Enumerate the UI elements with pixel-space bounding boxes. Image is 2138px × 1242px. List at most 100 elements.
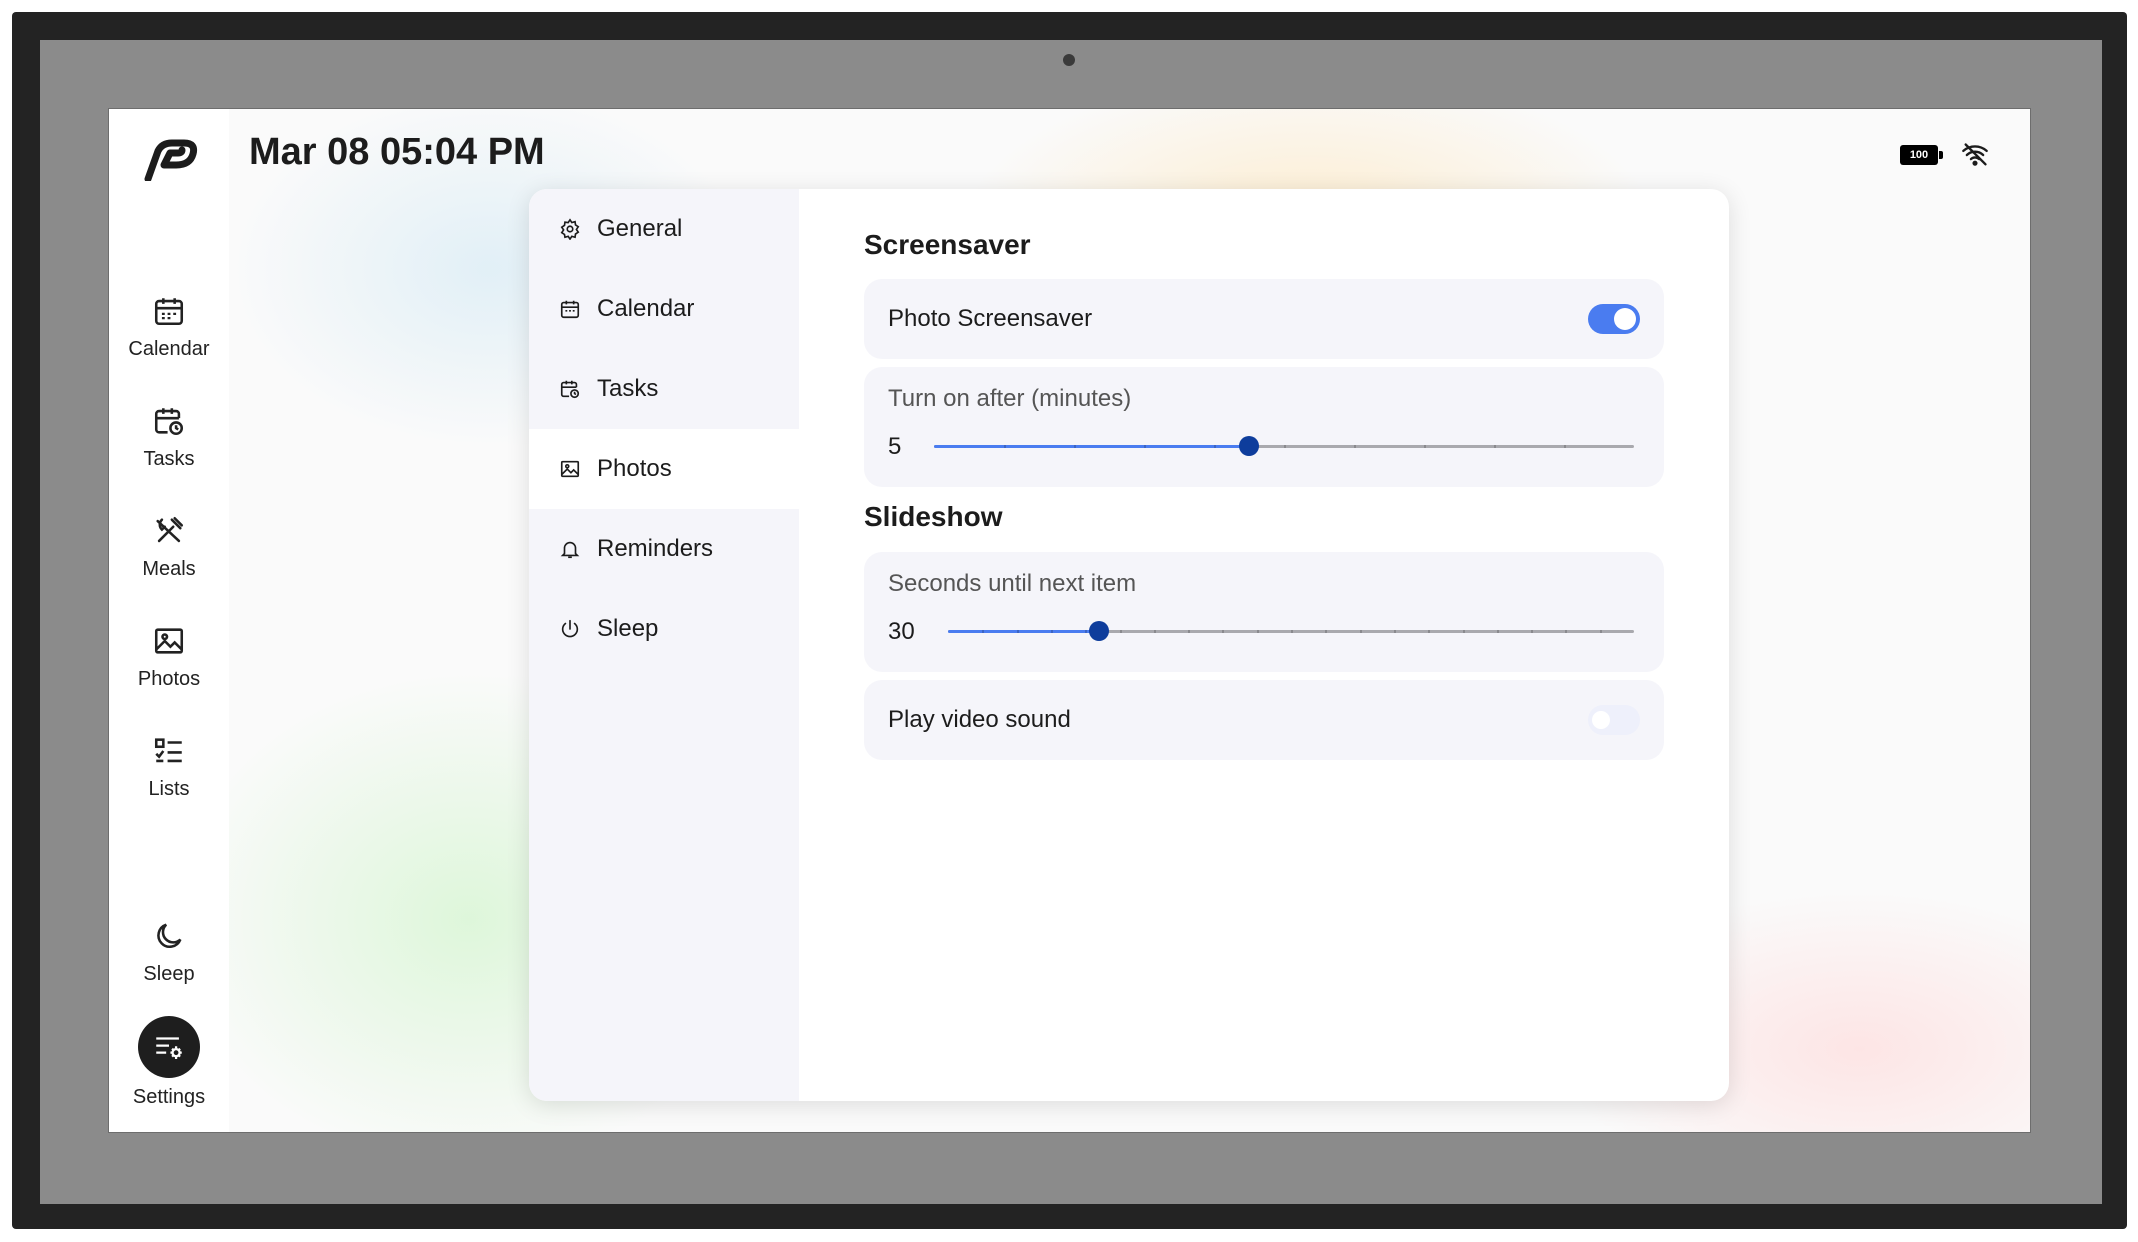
slider-thumb[interactable] — [1239, 436, 1259, 456]
sidebar-item-tasks[interactable]: Tasks — [109, 404, 229, 471]
menu-item-photos[interactable]: Photos — [529, 429, 799, 509]
slider-tick — [1291, 630, 1293, 633]
slider-tick — [1325, 630, 1327, 633]
photo-screensaver-label: Photo Screensaver — [888, 305, 1093, 332]
image-icon — [560, 460, 580, 478]
seconds-until-next-slider[interactable] — [948, 621, 1634, 641]
slider-tick — [1424, 445, 1426, 448]
seconds-until-next-value: 30 — [888, 618, 915, 645]
section-title-slideshow: Slideshow — [864, 501, 1003, 532]
slider-tick — [1284, 445, 1286, 448]
seconds-until-next-label: Seconds until next item — [888, 570, 1137, 597]
slider-tick — [1600, 630, 1602, 633]
menu-item-tasks[interactable]: Tasks — [529, 349, 799, 429]
sidebar-item-lists[interactable]: Lists — [109, 734, 229, 801]
app-logo-icon — [144, 139, 198, 181]
menu-item-reminders[interactable]: Reminders — [529, 509, 799, 589]
slider-tick — [1257, 630, 1259, 633]
slider-tick — [1154, 630, 1156, 633]
utensils-icon — [156, 516, 184, 543]
menu-item-calendar[interactable]: Calendar — [529, 269, 799, 349]
moon-icon — [157, 923, 182, 949]
menu-item-general[interactable]: General — [529, 189, 799, 269]
settings-panel: General Calendar Tasks Photos Reminders … — [529, 189, 1729, 1101]
settings-button — [138, 1016, 200, 1078]
status-bar: 100 — [1900, 141, 1990, 169]
slider-tick — [1360, 630, 1362, 633]
sidebar-item-calendar[interactable]: Calendar — [109, 294, 229, 361]
battery-icon: 100 — [1900, 145, 1943, 165]
image-icon — [154, 628, 184, 654]
slider-tick — [1144, 445, 1146, 448]
slider-tick — [1222, 630, 1224, 633]
turn-on-after-value: 5 — [888, 433, 902, 460]
slider-tick — [1354, 445, 1356, 448]
battery-level: 100 — [1909, 149, 1929, 161]
slider-tick — [1531, 630, 1533, 633]
camera-dot — [1063, 54, 1075, 66]
sidebar-item-label: Photos — [137, 668, 201, 690]
slider-tick — [1565, 630, 1567, 633]
sidebar-item-label: Calendar — [128, 338, 210, 360]
play-video-sound-toggle[interactable] — [1588, 705, 1640, 735]
menu-item-label: Calendar — [597, 295, 695, 322]
sidebar-item-label: Sleep — [143, 963, 195, 985]
sidebar-item-sleep[interactable]: Sleep — [109, 919, 229, 986]
bell-icon — [560, 541, 580, 559]
wifi-off-icon — [1962, 143, 1988, 166]
sidebar-item-label: Meals — [142, 558, 196, 580]
slider-tick — [1463, 630, 1465, 633]
photo-screensaver-toggle[interactable] — [1588, 304, 1640, 334]
slider-tick — [1051, 630, 1053, 633]
slider-tick — [1074, 445, 1076, 448]
play-video-sound-label: Play video sound — [888, 706, 1071, 733]
screen: Calendar Tasks Meals Photos Lists Sleep … — [108, 108, 2031, 1133]
sidebar-item-photos[interactable]: Photos — [109, 624, 229, 691]
toggle-knob — [1592, 711, 1610, 729]
slider-tick — [1188, 630, 1190, 633]
photo-screensaver-row: Photo Screensaver — [864, 279, 1664, 359]
settings-menu: General Calendar Tasks Photos Reminders … — [529, 189, 799, 1101]
slider-tick — [1017, 630, 1019, 633]
datetime: Mar 08 05:04 PM — [249, 131, 545, 173]
slider-tick — [1004, 445, 1006, 448]
section-title-screensaver: Screensaver — [864, 229, 1031, 260]
slider-tick — [1394, 630, 1396, 633]
menu-item-label: General — [597, 215, 683, 242]
menu-item-label: Tasks — [597, 375, 659, 402]
sidebar: Calendar Tasks Meals Photos Lists Sleep … — [109, 109, 229, 1132]
calendar-icon — [560, 300, 580, 319]
menu-item-sleep[interactable]: Sleep — [529, 589, 799, 669]
slider-tick — [1428, 630, 1430, 633]
menu-item-label: Sleep — [597, 615, 659, 642]
slider-thumb[interactable] — [1089, 621, 1109, 641]
calendar-icon — [154, 298, 184, 326]
turn-on-after-card: Turn on after (minutes) 5 — [864, 367, 1664, 487]
slider-tick — [1120, 630, 1122, 633]
sidebar-item-label: Tasks — [143, 448, 195, 470]
seconds-until-next-card: Seconds until next item 30 — [864, 552, 1664, 672]
menu-item-label: Reminders — [597, 535, 714, 562]
gear-icon — [560, 218, 580, 240]
power-icon — [561, 619, 579, 638]
sidebar-item-settings[interactable]: Settings — [109, 1016, 229, 1109]
tasks-icon — [154, 408, 184, 436]
slider-tick — [1214, 445, 1216, 448]
turn-on-after-slider[interactable] — [934, 436, 1634, 456]
slider-tick — [1494, 445, 1496, 448]
slider-tick — [1497, 630, 1499, 633]
slider-fill — [934, 445, 1249, 448]
settings-icon — [156, 1037, 182, 1060]
slider-tick — [982, 630, 984, 633]
sidebar-item-label: Settings — [132, 1086, 206, 1108]
sidebar-item-meals[interactable]: Meals — [109, 514, 229, 581]
tasks-icon — [560, 380, 580, 399]
sidebar-item-label: Lists — [148, 778, 190, 800]
play-video-sound-row: Play video sound — [864, 680, 1664, 760]
list-icon — [154, 738, 182, 763]
toggle-knob — [1614, 308, 1636, 330]
turn-on-after-label: Turn on after (minutes) — [888, 385, 1132, 412]
menu-item-label: Photos — [597, 455, 672, 482]
slider-tick — [1564, 445, 1566, 448]
slider-fill — [948, 630, 1099, 633]
